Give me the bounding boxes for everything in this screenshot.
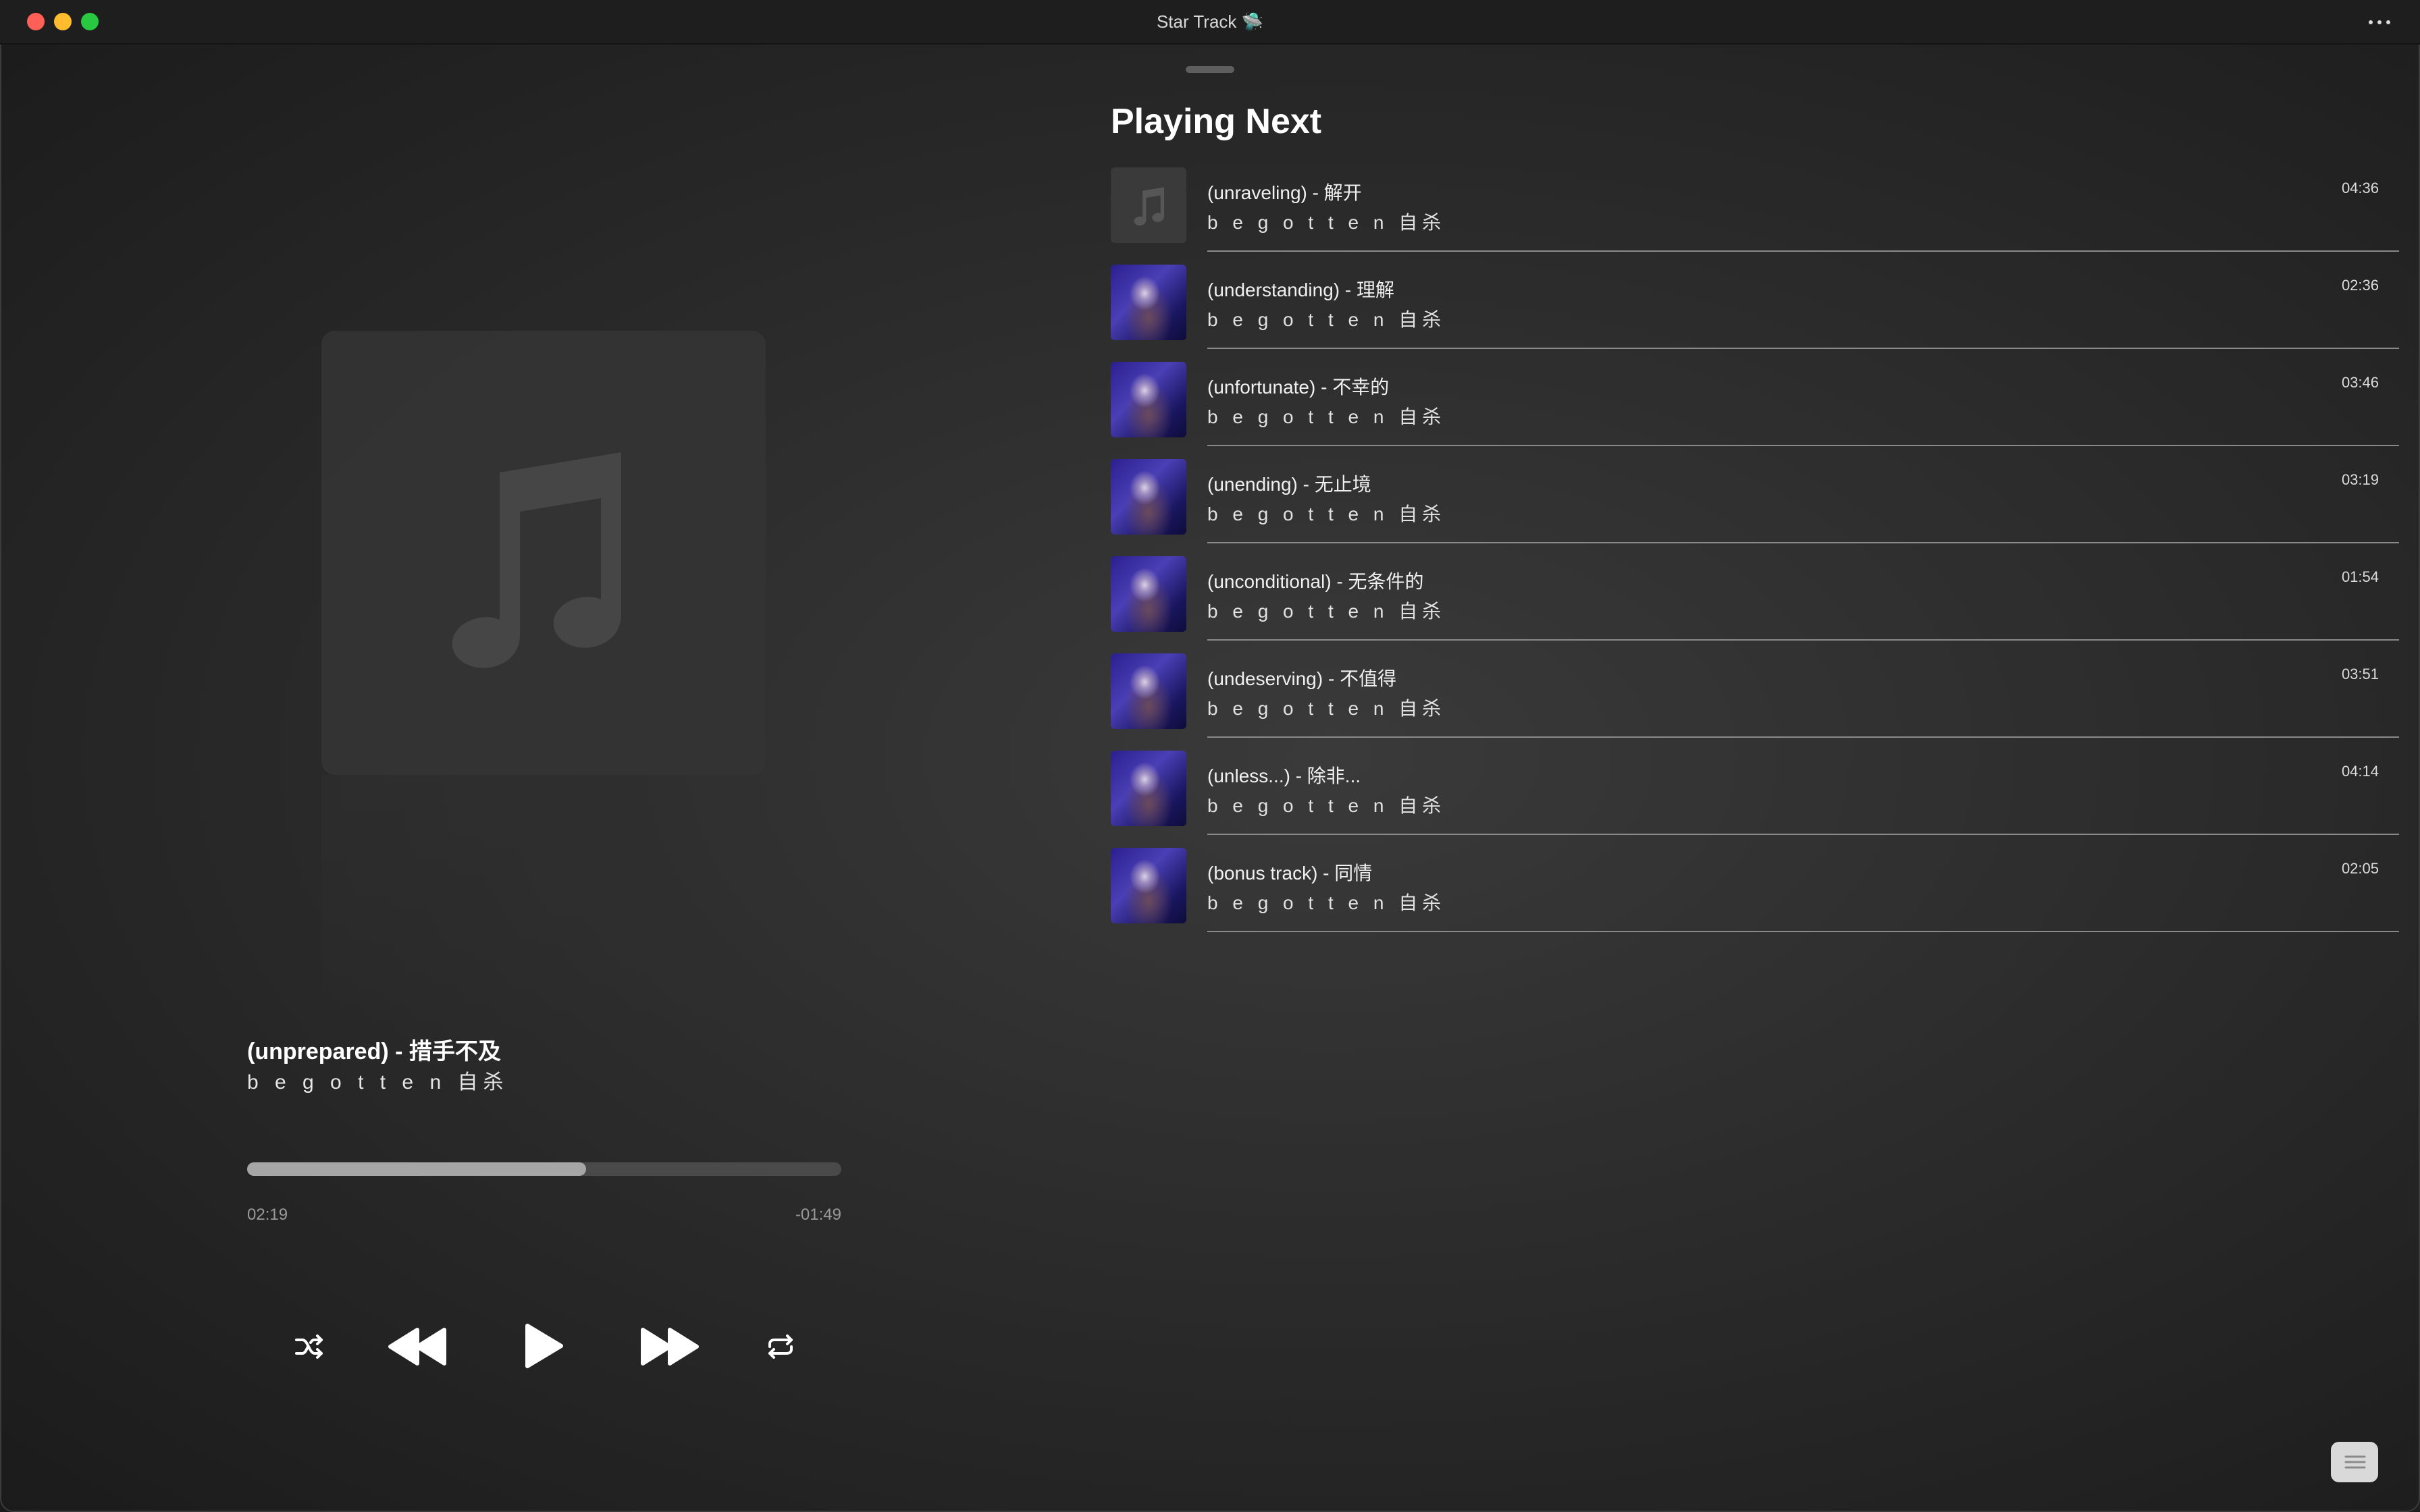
track-artist: b e g o t t e n 自杀 <box>1207 795 1446 816</box>
remaining-time: -01:49 <box>795 1206 841 1224</box>
window-title: Star Track 🛸 <box>1156 11 1264 32</box>
track-duration: 03:51 <box>2341 666 2379 682</box>
now-playing-artist: b e g o t t e n 自杀 <box>247 1071 509 1094</box>
queue-row[interactable]: (unconditional) - 无条件的 b e g o t t e n 自杀… <box>1111 554 2399 651</box>
repeat-icon <box>768 1334 793 1359</box>
track-duration: 04:36 <box>2341 180 2379 196</box>
track-duration: 02:05 <box>2341 860 2379 877</box>
now-playing-title: (unprepared) - 措手不及 <box>247 1039 501 1064</box>
track-title: (unraveling) - 解开 <box>1207 182 1362 203</box>
list-icon <box>2344 1455 2366 1469</box>
queue-list: (unraveling) - 解开 b e g o t t e n 自杀 04:36… <box>1111 165 2399 942</box>
track-artwork <box>1111 751 1186 826</box>
track-duration: 04:14 <box>2341 763 2379 780</box>
track-artwork <box>1111 653 1186 729</box>
track-title: (unending) - 无止境 <box>1207 474 1371 495</box>
track-artwork <box>1111 848 1186 923</box>
track-artist: b e g o t t e n 自杀 <box>1207 309 1446 330</box>
row-divider <box>1207 834 2399 835</box>
track-artist: b e g o t t e n 自杀 <box>1207 212 1446 233</box>
row-divider <box>1207 445 2399 446</box>
row-divider <box>1207 348 2399 349</box>
play-button[interactable] <box>520 1319 567 1373</box>
music-note-icon <box>452 452 621 668</box>
play-icon <box>525 1324 563 1368</box>
playback-progress-bar[interactable] <box>247 1162 841 1176</box>
artwork-reflection <box>321 775 766 1031</box>
playback-progress-fill <box>247 1162 587 1176</box>
queue-row[interactable]: (unending) - 无止境 b e g o t t e n 自杀 03:19 <box>1111 456 2399 554</box>
rewind-icon <box>388 1328 446 1366</box>
queue-row[interactable]: (unraveling) - 解开 b e g o t t e n 自杀 04:36 <box>1111 165 2399 262</box>
rewind-button[interactable] <box>385 1323 450 1370</box>
queue-toggle-button[interactable] <box>2331 1442 2378 1482</box>
track-title: (unfortunate) - 不幸的 <box>1207 377 1390 398</box>
queue-row[interactable]: (undeserving) - 不值得 b e g o t t e n 自杀 03:… <box>1111 651 2399 748</box>
queue-row[interactable]: (unless...) - 除非... b e g o t t e n 自杀 04:… <box>1111 748 2399 845</box>
track-artist: b e g o t t e n 自杀 <box>1207 601 1446 622</box>
elapsed-time: 02:19 <box>247 1206 288 1224</box>
row-divider <box>1207 250 2399 252</box>
track-artwork-placeholder <box>1111 167 1186 243</box>
fast-forward-button[interactable] <box>637 1323 702 1370</box>
shuffle-button[interactable] <box>290 1330 328 1364</box>
row-divider <box>1207 931 2399 932</box>
music-note-icon <box>1134 187 1165 226</box>
row-divider <box>1207 639 2399 641</box>
track-artist: b e g o t t e n 自杀 <box>1207 892 1446 913</box>
playing-next-heading: Playing Next <box>1111 102 1322 141</box>
track-duration: 02:36 <box>2341 277 2379 294</box>
track-artwork <box>1111 459 1186 535</box>
track-artist: b e g o t t e n 自杀 <box>1207 406 1446 427</box>
track-artist: b e g o t t e n 自杀 <box>1207 698 1446 719</box>
shuffle-icon <box>295 1334 323 1359</box>
queue-row[interactable]: (bonus track) - 同情 b e g o t t e n 自杀 02:0… <box>1111 845 2399 942</box>
repeat-button[interactable] <box>762 1330 799 1364</box>
track-title: (unconditional) - 无条件的 <box>1207 571 1424 592</box>
row-divider <box>1207 736 2399 738</box>
track-title: (bonus track) - 同情 <box>1207 863 1373 884</box>
track-duration: 03:46 <box>2341 374 2379 391</box>
more-options-icon[interactable] <box>2366 12 2393 31</box>
track-artist: b e g o t t e n 自杀 <box>1207 504 1446 524</box>
sheet-grabber[interactable] <box>1186 66 1234 73</box>
queue-row[interactable]: (unfortunate) - 不幸的 b e g o t t e n 自杀 03:… <box>1111 359 2399 456</box>
title-bar: Star Track 🛸 <box>0 0 2420 45</box>
track-duration: 01:54 <box>2341 568 2379 585</box>
row-divider <box>1207 542 2399 543</box>
track-title: (undeserving) - 不值得 <box>1207 668 1397 689</box>
track-artwork <box>1111 556 1186 632</box>
track-title: (unless...) - 除非... <box>1207 765 1361 786</box>
track-artwork <box>1111 362 1186 437</box>
queue-row[interactable]: (understanding) - 理解 b e g o t t e n 自杀 02… <box>1111 262 2399 359</box>
track-title: (understanding) - 理解 <box>1207 279 1395 300</box>
fast-forward-icon <box>641 1328 699 1366</box>
track-artwork <box>1111 265 1186 340</box>
track-duration: 03:19 <box>2341 471 2379 488</box>
